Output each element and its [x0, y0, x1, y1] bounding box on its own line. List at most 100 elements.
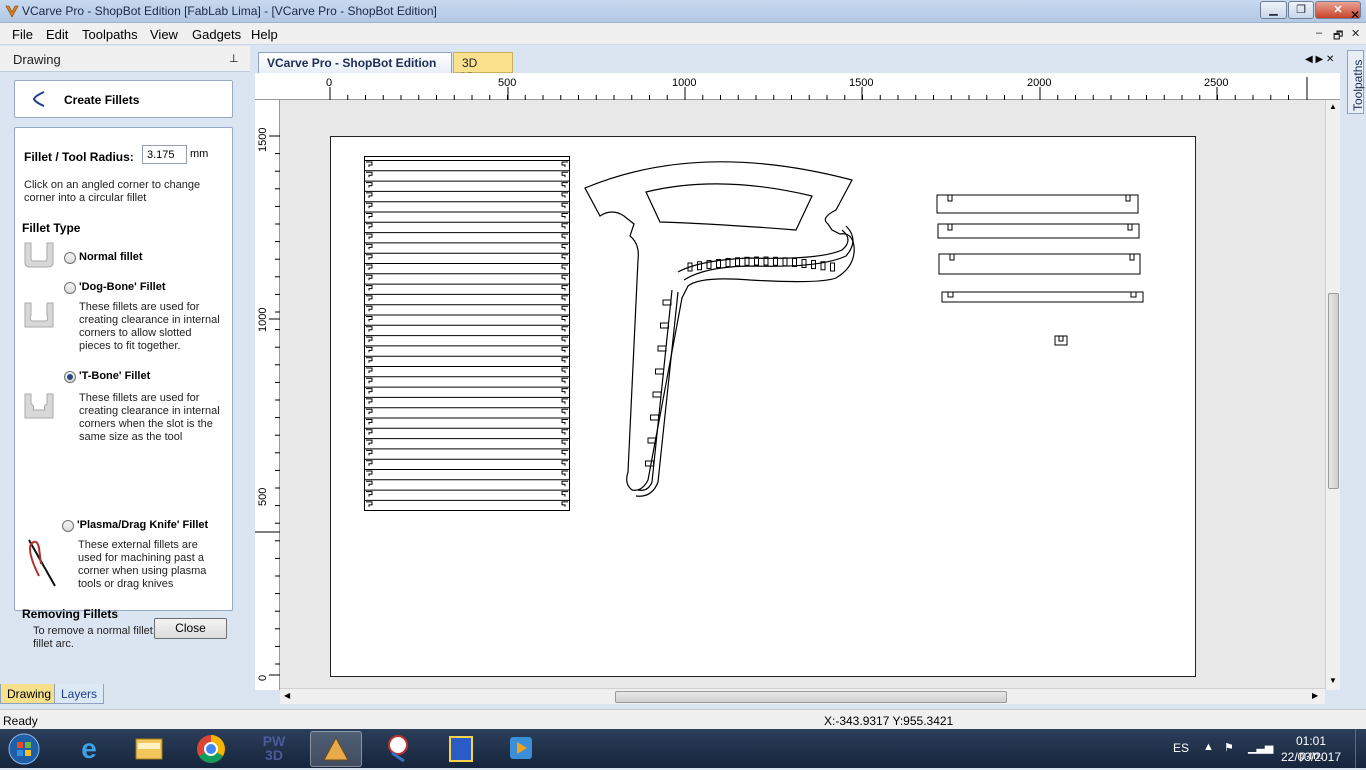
normal-fillet-label[interactable]: Normal fillet: [79, 251, 143, 263]
ruler-label: 500: [498, 77, 517, 89]
radius-unit: mm: [190, 148, 209, 160]
fillet-icon: [32, 91, 45, 107]
taskbar-pw3d[interactable]: PW 3D: [248, 731, 300, 767]
ruler-ticks-horizontal: [329, 77, 1308, 100]
media-player-icon: [510, 737, 532, 759]
tab-drawing[interactable]: Drawing: [0, 684, 59, 704]
language-indicator[interactable]: ES: [1173, 741, 1189, 755]
scroll-up-icon[interactable]: ▲: [1329, 102, 1337, 111]
vector-drawing[interactable]: [280, 100, 1325, 690]
vcarve-taskbar-icon: [323, 736, 349, 761]
toolpaths-tab[interactable]: Toolpaths: [1347, 50, 1365, 114]
tab-3d-view[interactable]: 3D View: [453, 52, 513, 84]
status-bar: Ready X:-343.9317 Y:955.3421: [0, 709, 1366, 729]
menu-edit[interactable]: Edit: [46, 27, 68, 42]
menu-help[interactable]: Help: [251, 27, 278, 42]
paint-tool-icon: [388, 735, 408, 763]
minimize-button[interactable]: ▁: [1260, 1, 1287, 19]
scroll-right-icon[interactable]: ▶: [1312, 691, 1318, 700]
pin-icon[interactable]: ⊥: [229, 52, 239, 65]
plasma-fillet-radio[interactable]: [62, 520, 74, 532]
ruler-label: 0: [326, 77, 333, 89]
dog-bone-fillet-icon: [24, 302, 54, 328]
radius-input[interactable]: [142, 145, 187, 164]
chrome-icon: [197, 735, 225, 763]
t-bone-fillet-radio[interactable]: [64, 371, 76, 383]
start-button[interactable]: [4, 731, 44, 767]
taskbar-internet-explorer[interactable]: e: [63, 731, 115, 767]
dog-bone-fillet-label[interactable]: 'Dog-Bone' Fillet: [79, 281, 166, 293]
internet-explorer-icon: e: [81, 733, 97, 764]
taskbar-file-explorer[interactable]: [122, 731, 174, 767]
drawing-canvas[interactable]: [280, 100, 1325, 690]
restore-button[interactable]: ❐: [1288, 1, 1314, 19]
windows-start-icon: [8, 733, 40, 765]
vertical-scrollbar[interactable]: ▲ ▼: [1325, 100, 1340, 690]
removing-fillets-heading: Removing Fillets: [22, 607, 119, 621]
scroll-down-icon[interactable]: ▼: [1329, 676, 1337, 685]
show-desktop-button[interactable]: [1355, 729, 1366, 768]
menu-gadgets[interactable]: Gadgets: [192, 27, 241, 42]
toolpaths-tab-label: Toolpaths: [1351, 59, 1365, 111]
ruler-label: 2500: [1204, 77, 1229, 89]
clock-date[interactable]: 22/03/2017: [1280, 750, 1342, 764]
radius-label: Fillet / Tool Radius:: [24, 150, 134, 164]
folder-icon: [135, 738, 163, 760]
slotted-bars: [936, 194, 1144, 346]
ruler-label: 1000: [672, 77, 697, 89]
curved-part: [584, 161, 855, 497]
t-bone-fillet-label[interactable]: 'T-Bone' Fillet: [79, 370, 150, 382]
normal-fillet-radio[interactable]: [64, 252, 76, 264]
document-tabs: VCarve Pro - ShopBot Edition 3D View ◀ ▶…: [250, 52, 1345, 84]
taskbar-paint-tool[interactable]: [372, 731, 424, 767]
dog-bone-fillet-radio[interactable]: [64, 282, 76, 294]
taskbar-chrome[interactable]: [185, 731, 237, 767]
right-panel-strip: ✕ Toolpaths: [1345, 8, 1366, 709]
network-icon[interactable]: ▁▃▅: [1248, 741, 1273, 754]
t-bone-fillet-icon: [24, 393, 54, 419]
cad-tool-icon: [449, 736, 473, 762]
taskbar-cad-tool[interactable]: [435, 731, 487, 767]
plasma-fillet-label[interactable]: 'Plasma/Drag Knife' Fillet: [77, 519, 208, 531]
panel-tabs: Drawing Layers: [0, 684, 250, 709]
pw3d-icon: PW 3D: [262, 733, 286, 763]
mdi-close-button[interactable]: ✕: [1351, 27, 1360, 40]
tab-layers[interactable]: Layers: [54, 684, 105, 704]
mdi-restore-button[interactable]: 🗗: [1333, 27, 1343, 46]
ruler-label: 500: [257, 487, 269, 506]
mdi-minimize-button[interactable]: –: [1316, 27, 1322, 39]
menu-file[interactable]: File: [12, 27, 33, 42]
horizontal-scrollbar[interactable]: ◀ ▶: [280, 688, 1325, 704]
menu-view[interactable]: View: [150, 27, 178, 42]
ruler-label: 1500: [257, 127, 269, 152]
panel-header: Drawing ⊥: [0, 46, 250, 72]
action-center-flag-icon[interactable]: ⚑: [1224, 741, 1234, 754]
tab-vcarve-document[interactable]: VCarve Pro - ShopBot Edition: [258, 52, 452, 73]
scroll-left-icon[interactable]: ◀: [284, 691, 290, 700]
status-text: Ready: [3, 714, 38, 728]
menu-toolpaths[interactable]: Toolpaths: [82, 27, 138, 42]
taskbar-vcarve[interactable]: [310, 731, 362, 767]
close-button[interactable]: Close: [154, 618, 227, 639]
taskbar-media-player[interactable]: [495, 731, 547, 767]
menu-bar: File Edit Toolpaths View Gadgets Help – …: [0, 23, 1366, 45]
close-icon[interactable]: ✕: [1350, 8, 1360, 22]
t-bone-description: These fillets are used for creating clea…: [79, 392, 220, 443]
windows-taskbar: e PW 3D ES ▲ ⚑ ▁▃▅ 01:01 p.m. 22/03/2017: [0, 729, 1366, 768]
horizontal-scroll-thumb[interactable]: [615, 691, 1007, 703]
fillet-instruction: Click on an angled corner to change corn…: [24, 179, 201, 204]
normal-fillet-icon: [24, 242, 54, 268]
fillet-type-heading: Fillet Type: [22, 221, 81, 235]
ruler-vertical: 1500 1000 500 0: [255, 100, 280, 690]
ruler-horizontal: 0 500 1000 1500 2000 2500: [255, 73, 1340, 100]
vertical-scroll-thumb[interactable]: [1328, 293, 1339, 489]
dog-bone-description: These fillets are used for creating clea…: [79, 301, 220, 352]
cursor-coordinates: X:-343.9317 Y:955.3421: [824, 714, 954, 728]
panel-title: Drawing: [13, 52, 61, 67]
tab-nav-controls[interactable]: ◀ ▶ ✕: [1305, 54, 1334, 65]
show-hidden-icons-icon[interactable]: ▲: [1203, 741, 1214, 753]
window-title: VCarve Pro - ShopBot Edition [FabLab Lim…: [22, 4, 437, 18]
create-fillets-header: Create Fillets: [14, 80, 233, 118]
ruler-ticks-vertical: [255, 135, 280, 676]
drawing-panel: Drawing ⊥ Create Fillets Fillet / Tool R…: [0, 46, 250, 709]
